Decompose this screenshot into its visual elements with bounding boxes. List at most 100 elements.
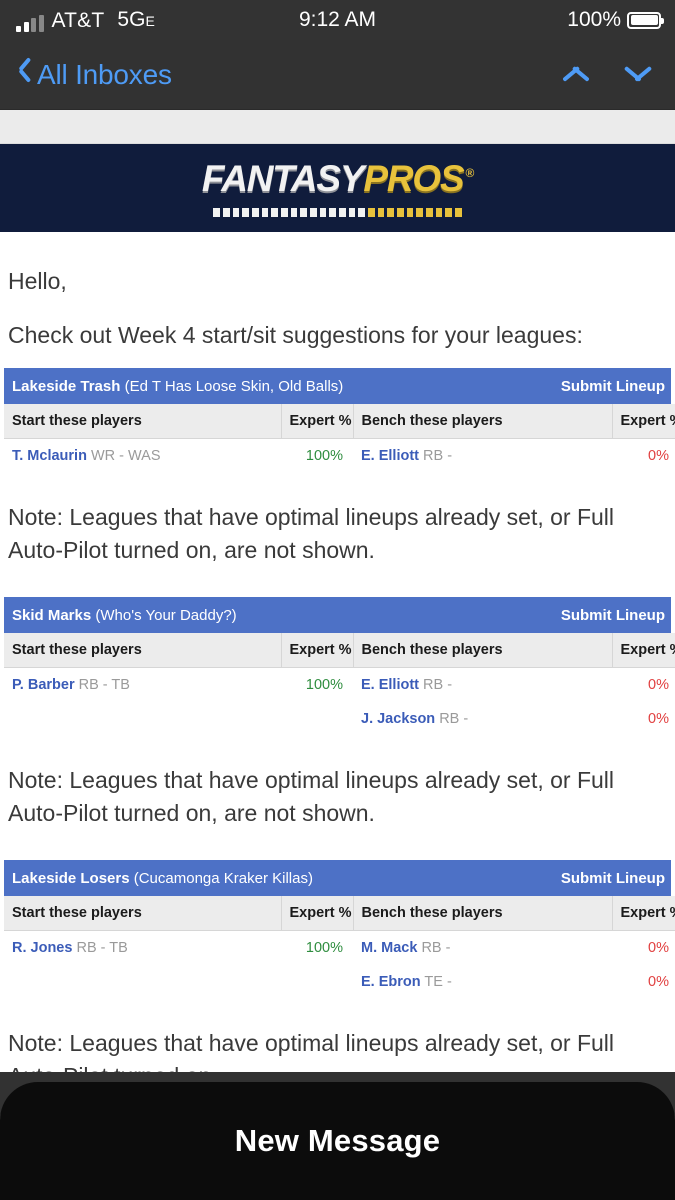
player-position-team: RB - bbox=[421, 940, 451, 956]
message-nav-controls bbox=[561, 66, 653, 84]
player-position-team: RB - bbox=[423, 448, 453, 464]
player-name-link[interactable]: T. Mclaurin bbox=[12, 448, 87, 464]
back-button-label: All Inboxes bbox=[37, 58, 172, 90]
battery-icon bbox=[627, 11, 664, 29]
bench-player-cell: J. Jackson RB - bbox=[353, 702, 612, 736]
chevron-up-icon[interactable] bbox=[561, 66, 591, 84]
player-position-team: RB - TB bbox=[76, 940, 128, 956]
chevron-left-icon bbox=[18, 62, 33, 88]
table-row: T. Mclaurin WR - WAS 100% E. Elliott RB … bbox=[4, 438, 675, 473]
logo-underline-dashes bbox=[213, 207, 462, 217]
start-expert-pct: 100% bbox=[281, 667, 353, 702]
submit-lineup-link[interactable]: Submit Lineup bbox=[561, 378, 665, 395]
col-start-players: Start these players bbox=[4, 896, 282, 931]
submit-lineup-link[interactable]: Submit Lineup bbox=[561, 870, 665, 887]
player-name-link[interactable]: J. Jackson bbox=[361, 711, 435, 727]
table-row: P. Barber RB - TB 100% E. Elliott RB - 0… bbox=[4, 667, 675, 702]
back-to-all-inboxes-button[interactable]: All Inboxes bbox=[18, 59, 172, 91]
intro-text: Check out Week 4 start/sit suggestions f… bbox=[8, 322, 583, 348]
fantasypros-logo: FANTASY PROS ® bbox=[201, 157, 474, 217]
league-block: Lakeside Trash (Ed T Has Loose Skin, Old… bbox=[4, 368, 675, 597]
league-block: Lakeside Losers (Cucamonga Kraker Killas… bbox=[4, 860, 675, 1093]
player-name-link[interactable]: P. Barber bbox=[12, 677, 75, 693]
status-bar-right: 100% bbox=[567, 8, 664, 32]
player-position-team: RB - bbox=[423, 677, 453, 693]
startsit-table: Start these players Expert % Bench these… bbox=[4, 633, 675, 736]
col-start-players: Start these players bbox=[4, 404, 282, 439]
col-expert-pct-start: Expert % bbox=[281, 633, 354, 668]
auto-pilot-note: Note: Leagues that have optimal lineups … bbox=[8, 767, 615, 826]
startsit-table: Start these players Expert % Bench these… bbox=[4, 404, 675, 473]
bench-expert-pct: 0% bbox=[612, 667, 675, 702]
greeting-text: Hello, bbox=[8, 268, 67, 294]
player-name-link[interactable]: E. Elliott bbox=[361, 677, 419, 693]
col-start-players: Start these players bbox=[4, 633, 282, 668]
player-position-team: RB - bbox=[439, 711, 469, 727]
col-bench-players: Bench these players bbox=[353, 404, 613, 439]
player-position-team: RB - TB bbox=[78, 677, 130, 693]
startsit-table: Start these players Expert % Bench these… bbox=[4, 896, 675, 999]
start-expert-pct bbox=[281, 965, 353, 999]
start-player-cell: T. Mclaurin WR - WAS bbox=[4, 438, 281, 473]
league-title: Skid Marks (Who's Your Daddy?) bbox=[12, 607, 237, 624]
league-header: Lakeside Trash (Ed T Has Loose Skin, Old… bbox=[4, 368, 671, 404]
league-name: (Cucamonga Kraker Killas) bbox=[133, 869, 313, 887]
player-position-team: TE - bbox=[424, 974, 452, 990]
start-player-cell bbox=[4, 965, 281, 999]
bench-player-cell: E. Elliott RB - bbox=[353, 667, 612, 702]
col-expert-pct-bench: Expert % bbox=[612, 633, 675, 668]
table-row: E. Ebron TE - 0% bbox=[4, 965, 675, 999]
player-name-link[interactable]: E. Ebron bbox=[361, 974, 421, 990]
player-position-team: WR - WAS bbox=[90, 448, 161, 464]
fantasypros-brand-bar: FANTASY PROS ® bbox=[0, 144, 675, 232]
start-expert-pct: 100% bbox=[281, 930, 353, 965]
col-expert-pct-bench: Expert % bbox=[612, 404, 675, 439]
logo-pros-text: PROS bbox=[363, 157, 464, 199]
col-expert-pct-start: Expert % bbox=[281, 404, 354, 439]
bench-expert-pct: 0% bbox=[612, 438, 675, 473]
table-header-row: Start these players Expert % Bench these… bbox=[4, 896, 675, 931]
team-name: Lakeside Trash bbox=[12, 377, 121, 395]
table-header-row: Start these players Expert % Bench these… bbox=[4, 404, 675, 439]
email-content: Hello, Check out Week 4 start/sit sugges… bbox=[0, 232, 675, 1093]
league-title: Lakeside Trash (Ed T Has Loose Skin, Old… bbox=[12, 378, 343, 395]
start-player-cell: P. Barber RB - TB bbox=[4, 667, 281, 702]
start-expert-pct: 100% bbox=[281, 438, 353, 473]
start-player-cell: R. Jones RB - TB bbox=[4, 930, 281, 965]
bench-expert-pct: 0% bbox=[612, 702, 675, 736]
registered-mark: ® bbox=[465, 165, 474, 180]
email-header-strip bbox=[0, 110, 675, 144]
bench-expert-pct: 0% bbox=[612, 930, 675, 965]
player-name-link[interactable]: E. Elliott bbox=[361, 448, 419, 464]
bench-player-cell: E. Elliott RB - bbox=[353, 438, 612, 473]
logo-wordmark: FANTASY PROS ® bbox=[201, 157, 474, 206]
table-row: R. Jones RB - TB 100% M. Mack RB - 0% bbox=[4, 930, 675, 965]
league-name: (Who's Your Daddy?) bbox=[95, 606, 237, 624]
email-body[interactable]: FANTASY PROS ® Hello, Check out Week 4 sta… bbox=[0, 110, 675, 1152]
col-bench-players: Bench these players bbox=[353, 633, 613, 668]
bench-player-cell: E. Ebron TE - bbox=[353, 965, 612, 999]
start-player-cell bbox=[4, 702, 281, 736]
team-name: Lakeside Losers bbox=[12, 869, 130, 887]
start-expert-pct bbox=[281, 702, 353, 736]
table-header-row: Start these players Expert % Bench these… bbox=[4, 633, 675, 668]
league-block: Skid Marks (Who's Your Daddy?) Submit Li… bbox=[4, 597, 675, 860]
player-name-link[interactable]: M. Mack bbox=[361, 940, 417, 956]
logo-fantasy-text: FANTASY bbox=[201, 157, 365, 199]
new-message-title: New Message bbox=[234, 1123, 441, 1158]
battery-percent-label: 100% bbox=[567, 8, 621, 31]
mail-nav-bar: All Inboxes bbox=[0, 40, 675, 110]
col-expert-pct-bench: Expert % bbox=[612, 896, 675, 931]
col-bench-players: Bench these players bbox=[353, 896, 613, 931]
ios-status-bar: AT&T 5GE 9:12 AM 100% bbox=[0, 0, 675, 40]
chevron-down-icon[interactable] bbox=[623, 66, 653, 84]
league-header: Lakeside Losers (Cucamonga Kraker Killas… bbox=[4, 860, 671, 896]
player-name-link[interactable]: R. Jones bbox=[12, 940, 72, 956]
col-expert-pct-start: Expert % bbox=[281, 896, 354, 931]
new-message-sheet[interactable]: New Message bbox=[0, 1082, 675, 1200]
league-header: Skid Marks (Who's Your Daddy?) Submit Li… bbox=[4, 597, 671, 633]
league-title: Lakeside Losers (Cucamonga Kraker Killas… bbox=[12, 870, 313, 887]
league-name: (Ed T Has Loose Skin, Old Balls) bbox=[124, 377, 344, 395]
submit-lineup-link[interactable]: Submit Lineup bbox=[561, 607, 665, 624]
bench-player-cell: M. Mack RB - bbox=[353, 930, 612, 965]
